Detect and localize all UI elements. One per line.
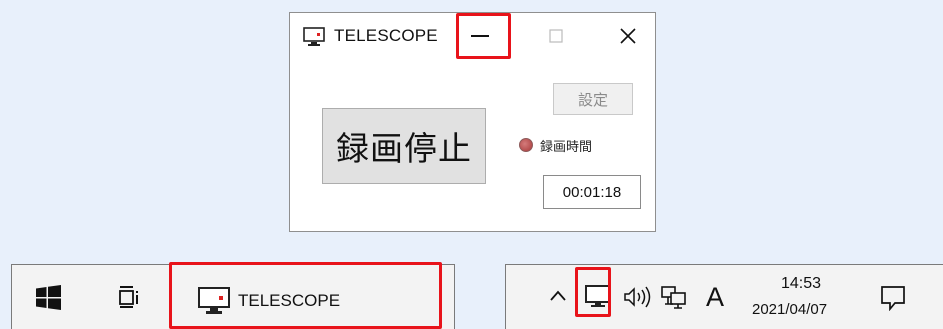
ime-indicator[interactable]: A bbox=[706, 282, 724, 313]
minimize-icon bbox=[471, 35, 489, 37]
network-icon[interactable] bbox=[661, 286, 687, 310]
monitor-icon[interactable] bbox=[585, 285, 611, 309]
task-view-icon[interactable] bbox=[118, 285, 140, 309]
monitor-icon bbox=[198, 287, 230, 314]
clock-date[interactable]: 2021/04/07 bbox=[752, 301, 827, 318]
monitor-icon bbox=[303, 27, 325, 46]
taskbar-app-label: TELESCOPE bbox=[238, 291, 341, 310]
close-icon bbox=[620, 28, 636, 44]
recording-time-label: 録画時間 bbox=[540, 139, 593, 154]
stop-recording-button[interactable]: 録画停止 bbox=[322, 108, 486, 184]
recording-indicator-icon bbox=[519, 138, 533, 152]
maximize-button[interactable] bbox=[528, 13, 584, 59]
maximize-icon bbox=[549, 29, 563, 43]
close-button[interactable] bbox=[600, 13, 656, 59]
minimize-button[interactable] bbox=[452, 13, 508, 59]
taskbar-app-telescope[interactable]: TELESCOPE bbox=[188, 281, 418, 321]
window-title: TELESCOPE bbox=[334, 26, 438, 45]
settings-button[interactable]: 設定 bbox=[553, 83, 633, 115]
notification-icon[interactable] bbox=[880, 285, 906, 311]
elapsed-time-display: 00:01:18 bbox=[543, 175, 641, 209]
taskbar-left: TELESCOPE bbox=[11, 264, 455, 329]
windows-start-icon[interactable] bbox=[36, 285, 61, 310]
title-bar[interactable]: TELESCOPE bbox=[290, 13, 655, 61]
volume-icon[interactable] bbox=[623, 286, 653, 308]
app-window: TELESCOPE 録画停止 設定 録画時間 00:01:18 bbox=[289, 12, 656, 232]
chevron-up-icon[interactable] bbox=[549, 287, 567, 305]
clock-time[interactable]: 14:53 bbox=[781, 275, 821, 293]
system-tray: A 14:53 2021/04/07 bbox=[505, 264, 943, 329]
